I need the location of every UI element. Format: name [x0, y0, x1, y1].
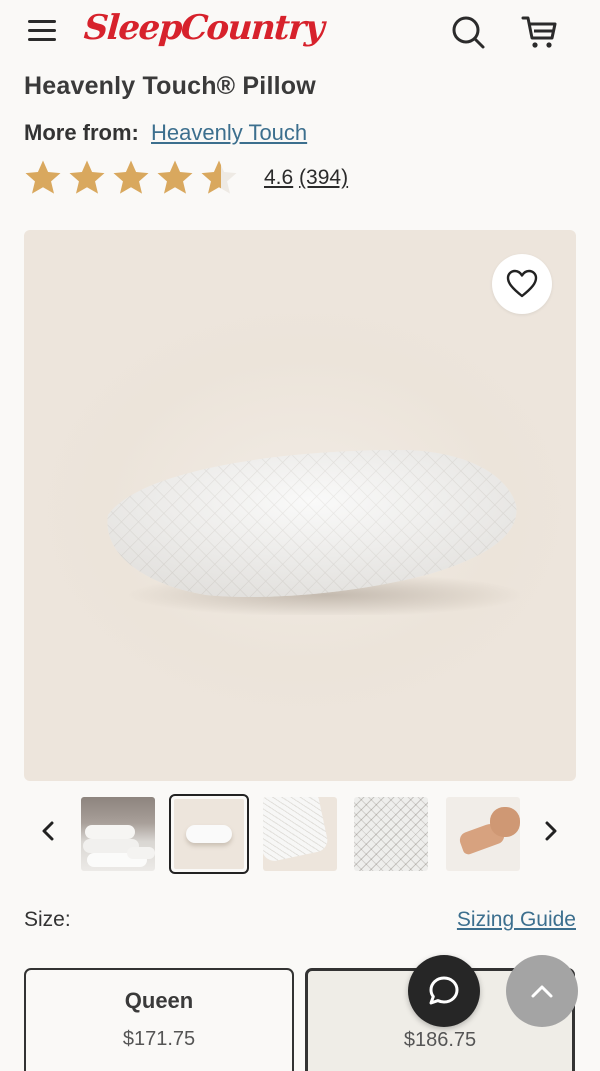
search-icon[interactable]	[450, 14, 486, 50]
pillow-corner-thumbnail[interactable]	[263, 797, 337, 871]
brand-link[interactable]: Heavenly Touch	[151, 120, 307, 145]
chevron-up-icon	[531, 985, 553, 998]
size-option-queen[interactable]: Queen $171.75	[24, 968, 294, 1071]
more-from-row: More from: Heavenly Touch	[24, 120, 307, 146]
stacked-pillows-thumbnail[interactable]	[81, 797, 155, 871]
favorite-button[interactable]	[492, 254, 552, 314]
size-label: Size:	[24, 908, 71, 931]
heart-icon	[506, 269, 538, 298]
chat-button[interactable]	[408, 955, 480, 1027]
rating-value[interactable]: 4.6	[264, 166, 293, 189]
chat-bubble-icon	[429, 976, 459, 1005]
size-option-name: Queen	[124, 988, 194, 1013]
pillow-on-background-thumbnail[interactable]	[169, 794, 249, 874]
thumbnail-carousel	[0, 792, 600, 874]
sleep-country-logo[interactable]: SleepCountry	[83, 8, 325, 48]
review-count[interactable]: (394)	[299, 166, 348, 189]
back-to-top-button[interactable]	[506, 955, 578, 1027]
cart-icon[interactable]	[520, 14, 558, 50]
product-main-image[interactable]	[24, 230, 576, 781]
size-option-price: $171.75	[122, 1028, 196, 1050]
quilted-texture-thumbnail[interactable]	[354, 797, 428, 871]
menu-icon[interactable]	[28, 20, 56, 42]
hand-pressing-foam-thumbnail[interactable]	[446, 797, 520, 871]
size-option-price: $186.75	[403, 1029, 477, 1051]
next-thumbnail-button[interactable]	[534, 814, 568, 848]
sizing-guide-link[interactable]: Sizing Guide	[457, 908, 576, 932]
product-title: Heavenly Touch® Pillow	[24, 72, 316, 100]
chevron-right-icon	[545, 821, 557, 841]
star-icon	[113, 160, 149, 194]
chevron-left-icon	[42, 821, 54, 841]
prev-thumbnail-button[interactable]	[31, 814, 65, 848]
pillow-image	[107, 449, 520, 615]
star-half-icon	[201, 160, 237, 194]
rating-text[interactable]: 4.6 (394)	[264, 166, 348, 190]
star-icon	[69, 160, 105, 194]
star-icon	[25, 160, 61, 194]
more-from-label: More from:	[24, 120, 139, 145]
star-icon	[157, 160, 193, 194]
site-header: SleepCountry	[0, 0, 600, 64]
rating-summary[interactable]: 4.6 (394)	[22, 158, 348, 198]
